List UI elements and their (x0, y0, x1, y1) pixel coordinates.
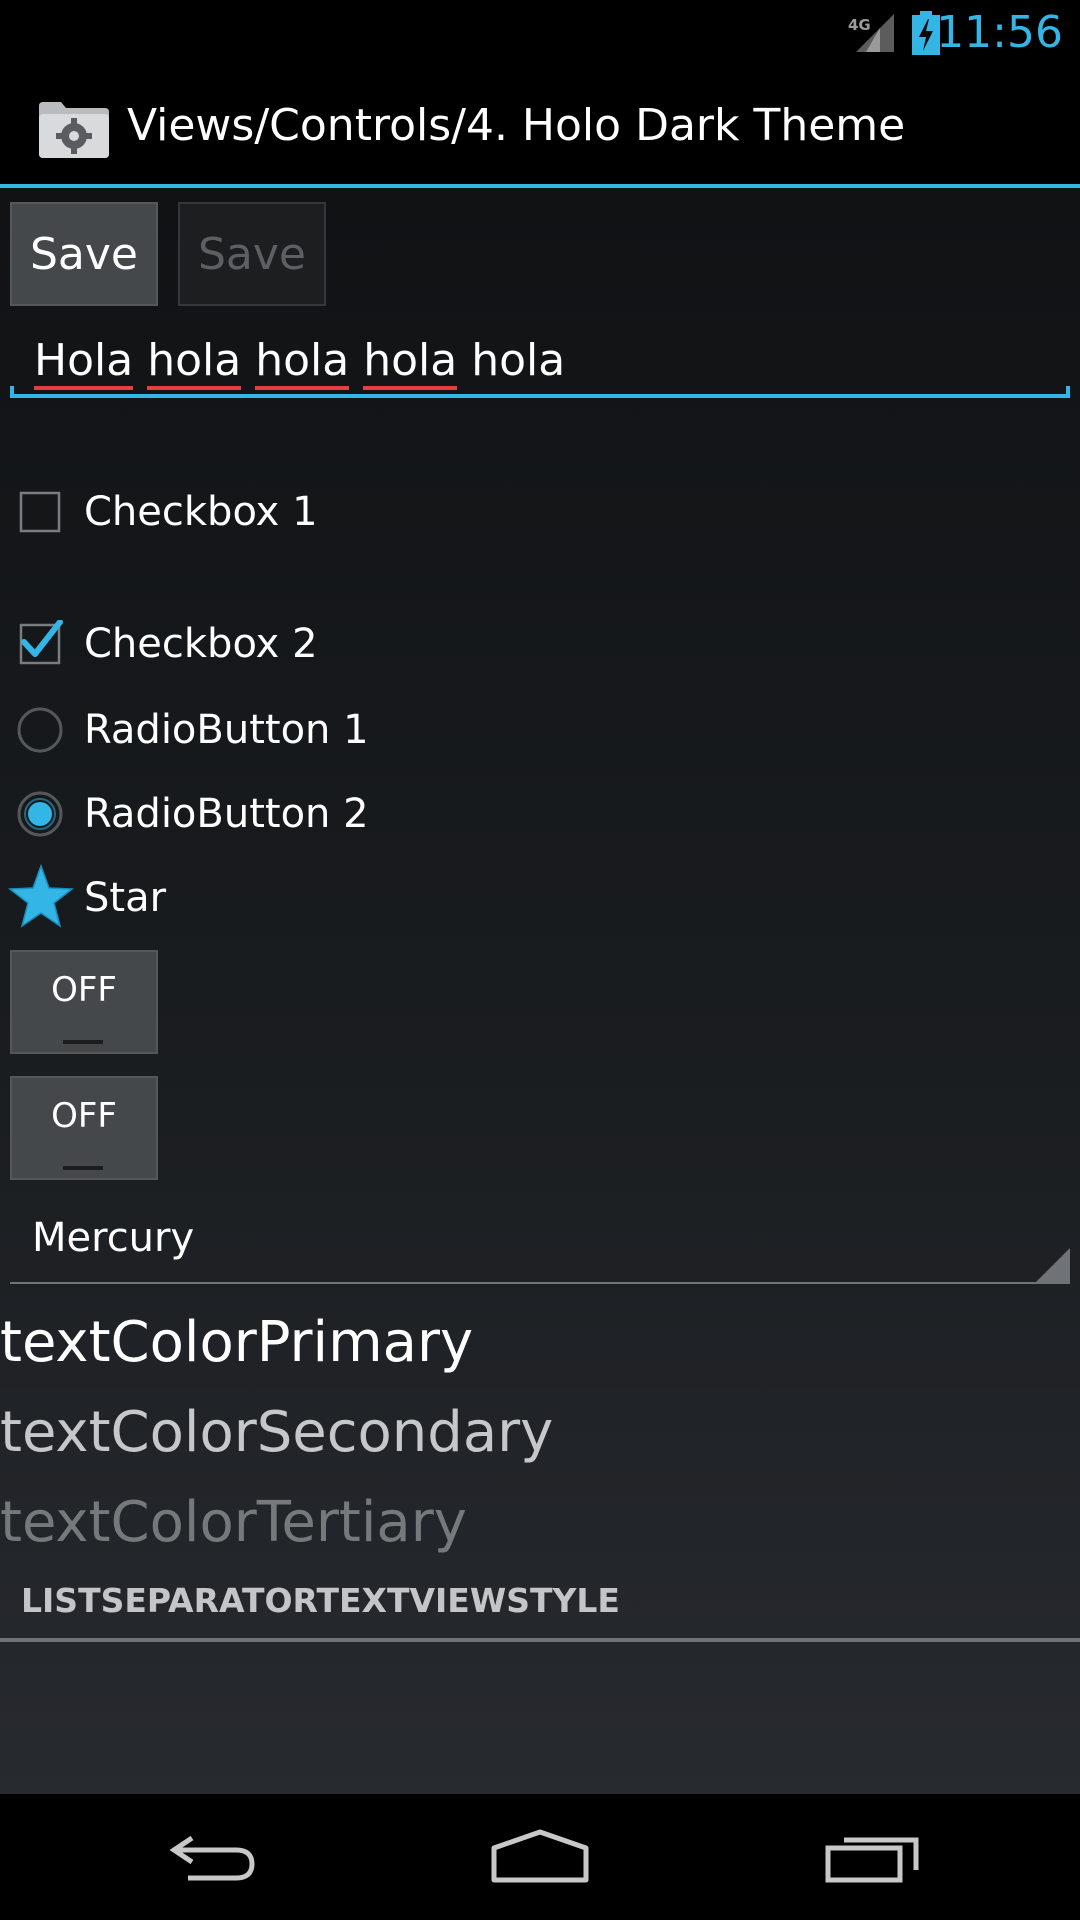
svg-text:4G: 4G (848, 16, 871, 34)
toggle-button-2-label: OFF (51, 1096, 117, 1136)
radio-checked-icon[interactable] (16, 790, 64, 838)
text-color-secondary: textColorSecondary (0, 1400, 554, 1465)
page-title: Views/Controls/4. Holo Dark Theme (127, 100, 906, 151)
content-area: Save Save Hola hola hola hola hola Check… (0, 188, 1080, 1794)
status-bar: 4G 11:56 (0, 0, 1080, 66)
checkbox-2-label: Checkbox 2 (84, 621, 318, 667)
star-row[interactable]: Star (0, 858, 1080, 938)
radio-button-1-row[interactable]: RadioButton 1 (0, 690, 1080, 770)
text-word: Hola (34, 335, 134, 390)
toggle-button-2[interactable]: OFF (10, 1076, 158, 1180)
checkbox-1-label: Checkbox 1 (84, 489, 318, 535)
dropdown-arrow-icon (1036, 1248, 1070, 1282)
toggle-indicator (63, 1040, 103, 1044)
text-color-tertiary: textColorTertiary (0, 1490, 467, 1555)
checkbox-2-row[interactable]: Checkbox 2 (0, 604, 1080, 684)
radio-button-2-label: RadioButton 2 (84, 791, 369, 837)
text-input-underline (10, 394, 1070, 398)
toggle-button-1[interactable]: OFF (10, 950, 158, 1054)
text-input[interactable]: Hola hola hola hola hola (10, 328, 1070, 398)
settings-folder-icon[interactable] (35, 96, 113, 160)
text-word: hola (363, 335, 458, 390)
radio-unchecked-icon[interactable] (16, 706, 64, 754)
checkbox-checked-icon[interactable] (16, 620, 64, 668)
checkbox-1-row[interactable]: Checkbox 1 (0, 472, 1080, 552)
list-separator-line (0, 1638, 1080, 1642)
action-bar: Views/Controls/4. Holo Dark Theme (0, 66, 1080, 188)
list-separator-label: LISTSEPARATORTEXTVIEWSTYLE (21, 1581, 620, 1620)
text-input-underline-right (1066, 386, 1070, 398)
text-input-value: Hola hola hola hola hola (34, 328, 565, 394)
spinner-selected-value: Mercury (32, 1215, 195, 1261)
spinner-underline (10, 1282, 1070, 1284)
recent-apps-icon[interactable] (822, 1814, 922, 1900)
text-color-primary: textColorPrimary (0, 1310, 474, 1375)
save-button-disabled: Save (178, 202, 326, 306)
home-icon[interactable] (490, 1814, 590, 1900)
radio-button-1-label: RadioButton 1 (84, 707, 369, 753)
clock: 11:56 (936, 7, 1063, 58)
list-separator: LISTSEPARATORTEXTVIEWSTYLE (0, 1576, 1080, 1646)
signal-icon: 4G (848, 14, 894, 52)
text-word: hola (471, 335, 566, 386)
radio-button-2-row[interactable]: RadioButton 2 (0, 774, 1080, 854)
star-label: Star (84, 875, 167, 921)
toggle-indicator (63, 1166, 103, 1170)
planet-spinner[interactable]: Mercury (10, 1198, 1070, 1284)
text-input-underline-left (10, 386, 14, 398)
text-word: hola (147, 335, 242, 390)
back-icon[interactable] (160, 1814, 260, 1900)
toggle-button-1-label: OFF (51, 970, 117, 1010)
navigation-bar (0, 1794, 1080, 1920)
checkbox-unchecked-icon[interactable] (16, 488, 64, 536)
star-icon[interactable] (8, 864, 74, 930)
save-button[interactable]: Save (10, 202, 158, 306)
text-word: hola (255, 335, 350, 390)
